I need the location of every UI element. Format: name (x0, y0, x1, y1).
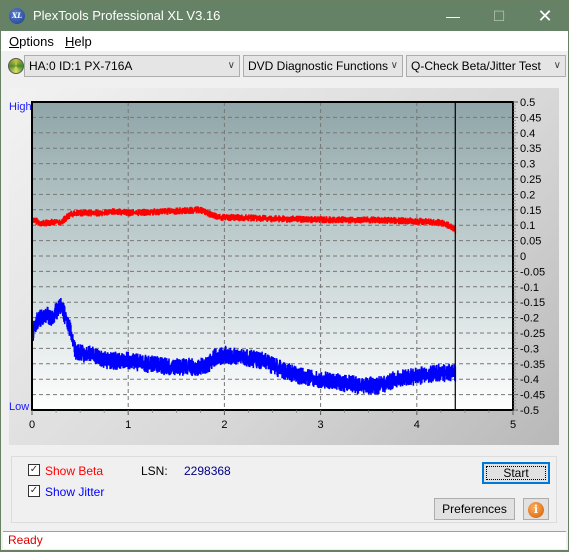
y-tick-label: 0.15 (520, 205, 541, 217)
x-tick-label: 2 (221, 419, 227, 431)
y-axis-right: 0.5 0.45 0.4 0.35 0.3 0.25 0.2 0.15 0.1 0.05 0 -0.0… (513, 97, 545, 417)
lsn-value: 2298368 (184, 464, 231, 478)
info-button[interactable]: i (523, 498, 549, 520)
y-tick-label: -0.5 (520, 405, 539, 417)
focus-rect (486, 466, 546, 480)
y-tick-label: 0.25 (520, 174, 541, 186)
show-beta-checkbox[interactable]: ✓ (28, 464, 40, 476)
y-tick-label: 0.1 (520, 220, 535, 232)
x-axis: 0 1 2 3 4 5 (29, 410, 516, 431)
y-tick-label: 0.3 (520, 159, 535, 171)
y-tick-label: -0.1 (520, 282, 539, 294)
y-tick-label: -0.15 (520, 297, 545, 309)
lsn-label: LSN: (141, 464, 168, 478)
y-tick-label: 0.2 (520, 189, 535, 201)
x-tick-label: 1 (125, 419, 131, 431)
preferences-button[interactable]: Preferences (434, 498, 515, 520)
x-tick-label: 4 (414, 419, 420, 431)
show-beta-label[interactable]: Show Beta (45, 464, 103, 478)
y-tick-label: 0.5 (520, 97, 535, 109)
y-tick-label: -0.35 (520, 359, 545, 371)
y-tick-label: -0.2 (520, 313, 539, 325)
status-text: Ready (8, 533, 43, 547)
preferences-button-label: Preferences (442, 502, 507, 516)
y-tick-label: 0.45 (520, 112, 541, 124)
y-tick-label: -0.3 (520, 343, 539, 355)
main-window: XL PlexTools Professional XL V3.16 — ☐ ✕… (0, 0, 569, 551)
show-jitter-label[interactable]: Show Jitter (45, 485, 104, 499)
info-icon: i (528, 502, 544, 518)
start-button[interactable]: Start (482, 462, 550, 484)
x-tick-label: 5 (510, 419, 516, 431)
y-tick-label: -0.45 (520, 390, 545, 402)
y-tick-label: 0 (520, 251, 526, 263)
show-jitter-checkbox[interactable]: ✓ (28, 485, 40, 497)
y-tick-label: -0.25 (520, 328, 545, 340)
y-tick-label: 0.05 (520, 236, 541, 248)
y-tick-label: -0.05 (520, 266, 545, 278)
y-tick-label: 0.35 (520, 143, 541, 155)
x-tick-label: 0 (29, 419, 35, 431)
y-tick-label: -0.4 (520, 374, 539, 386)
status-bar: Ready (3, 531, 566, 549)
y-tick-label: 0.4 (520, 128, 535, 140)
x-tick-label: 3 (318, 419, 324, 431)
